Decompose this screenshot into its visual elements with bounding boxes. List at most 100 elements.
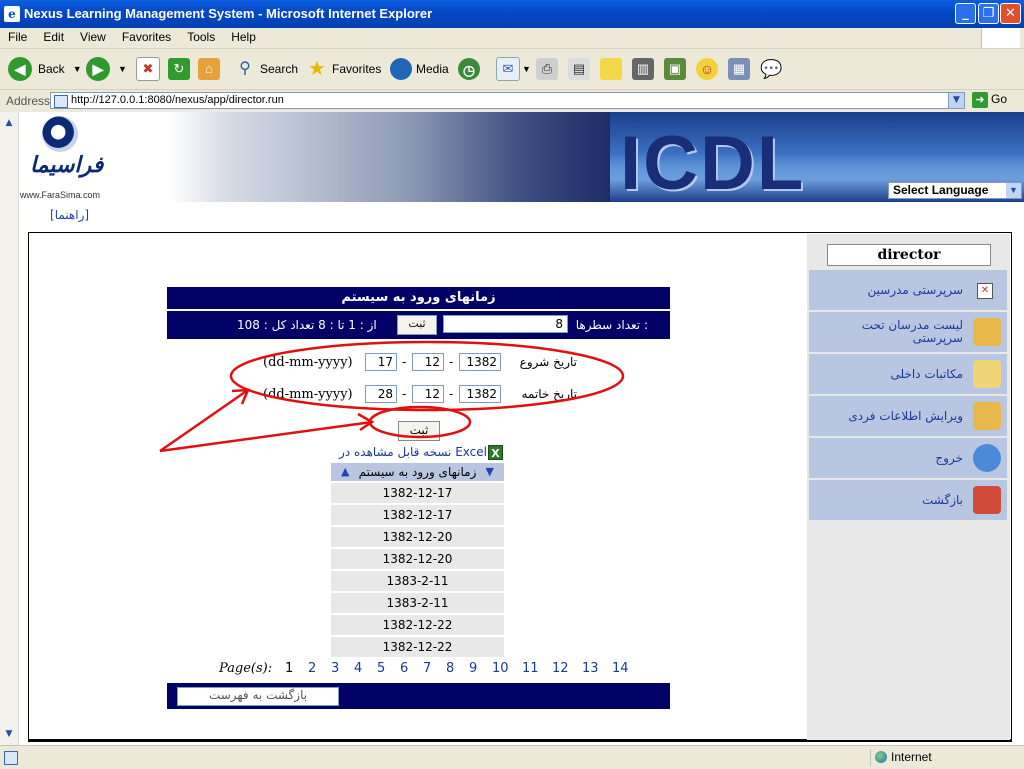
maximize-button[interactable]: ❐ [978,3,999,24]
print-button[interactable]: ⎙ [536,55,558,83]
menu-favorites[interactable]: Favorites [114,28,179,44]
forward-button[interactable]: ▶ ▼ [86,55,127,83]
page-status-icon [4,751,18,765]
chevron-down-icon[interactable]: ▼ [73,64,82,74]
excel-export-link[interactable]: نسخه قابل مشاهده در Excel X [331,445,507,461]
go-button[interactable]: ➜ Go [972,92,1007,108]
page-link-2[interactable]: 2 [308,661,316,676]
page-link-7[interactable]: 7 [423,661,431,676]
menu-view[interactable]: View [72,28,114,44]
home-button[interactable]: ⌂ [198,55,220,83]
menu-item-edit-profile[interactable]: ویرایش اطلاعات فردی [809,396,1007,438]
page-link-13[interactable]: 13 [582,661,599,676]
start-day-input[interactable]: 17 [365,353,397,371]
print-icon: ⎙ [536,58,558,80]
page-link-3[interactable]: 3 [331,661,339,676]
discuss-button[interactable] [600,55,622,83]
forward-arrow-icon: ▶ [86,57,110,81]
exit-icon [973,444,1001,472]
help-link[interactable]: [راهنما] [50,208,89,222]
title-bar: e Nexus Learning Management System - Mic… [0,0,1024,28]
table-row: 1382-12-17 [331,483,504,505]
menu-help[interactable]: Help [223,28,264,44]
research-icon: ▥ [632,58,654,80]
page-link-5[interactable]: 5 [377,661,385,676]
table-row: 1383-2-11 [331,593,504,615]
menu-item-teachers-list[interactable]: لیست مدرسان تحت سرپرستی [809,312,1007,354]
toolbar: ◀ Back ▼ ▶ ▼ ✖ ↻ ⌂ ⚲ Search ★ Favorites … [0,49,1024,90]
menu-edit[interactable]: Edit [35,28,72,44]
address-label: Address [6,94,51,108]
globe-icon [875,751,887,763]
menu-file[interactable]: File [0,28,35,44]
address-input[interactable]: http://127.0.0.1:8080/nexus/app/director… [50,92,965,109]
table-row: 1382-12-17 [331,505,504,527]
sort-desc-icon[interactable]: ▼ [486,463,494,481]
menu-item-internal-mail[interactable]: مکاتبات داخلی [809,354,1007,396]
messenger-button[interactable]: ▣ [664,55,686,83]
chevron-down-icon[interactable]: ▼ [948,93,964,108]
stop-button[interactable]: ✖ [136,55,160,83]
end-year-input[interactable]: 1382 [459,385,501,403]
sort-asc-icon[interactable]: ▲ [341,463,349,481]
back-button[interactable]: ◀ Back ▼ [8,55,82,83]
page-link-9[interactable]: 9 [469,661,477,676]
apply-rows-button[interactable]: ثبت [397,315,437,335]
refresh-button[interactable]: ↻ [168,55,190,83]
range-info: از : 1 تا : 8 تعداد کل : 108 [237,318,377,332]
menu-bar: File Edit View Favorites Tools Help [0,28,1024,49]
search-button[interactable]: ⚲ Search [234,55,298,83]
tools-button[interactable]: ▦ [728,55,750,83]
submit-dates-button[interactable]: ثبت [398,421,440,441]
main-frame: director سرپرستی مدرسین ✕ لیست مدرسان تح… [28,232,1012,742]
favorites-button[interactable]: ★ Favorites [306,55,381,83]
start-year-input[interactable]: 1382 [459,353,501,371]
end-date-label: تاریخ خاتمه [521,387,577,401]
end-month-input[interactable]: 12 [412,385,444,403]
logo-text: فراسیما [30,152,104,178]
vertical-scrollbar[interactable]: ▲ ▼ [0,112,19,745]
user-name: director [827,244,991,266]
rows-input[interactable]: 8 [443,315,568,333]
menu-item-supervise-teachers[interactable]: سرپرستی مدرسین ✕ [809,270,1007,312]
chevron-down-icon[interactable]: ▼ [118,64,127,74]
page-link-10[interactable]: 10 [492,661,509,676]
page-link-8[interactable]: 8 [446,661,454,676]
page-link-14[interactable]: 14 [612,661,629,676]
page-link-11[interactable]: 11 [522,661,539,676]
note-icon [600,58,622,80]
chevron-down-icon[interactable]: ▼ [522,64,531,74]
scroll-down-icon[interactable]: ▼ [2,727,16,741]
go-arrow-icon: ➜ [972,92,988,108]
menu-item-exit[interactable]: خروج [809,438,1007,480]
mail-button[interactable]: ✉ ▼ [496,55,531,83]
language-select[interactable]: Select Language ▼ [888,182,1022,199]
tv-icon: ▣ [664,58,686,80]
mail-icon: ✉ [496,57,520,81]
page-link-6[interactable]: 6 [400,661,408,676]
page-link-12[interactable]: 12 [552,661,569,676]
yahoo-button[interactable]: ☺ [696,55,718,83]
edit-button[interactable]: ▤ [568,55,590,83]
menu-tools[interactable]: Tools [179,28,223,44]
media-button[interactable]: Media [390,55,449,83]
research-button[interactable]: ▥ [632,55,654,83]
chat-button[interactable]: 💬 [760,55,782,83]
back-to-list-button[interactable]: بازگشت به فهرست [177,687,339,706]
scroll-up-icon[interactable]: ▲ [2,116,16,130]
page-link-4[interactable]: 4 [354,661,362,676]
search-icon: ⚲ [234,58,256,80]
end-day-input[interactable]: 28 [365,385,397,403]
security-zone: Internet [870,749,1020,766]
page-icon [54,95,68,108]
magnifier-icon [973,318,1001,346]
menu-item-return[interactable]: بازگشت [809,480,1007,522]
minimize-button[interactable]: _ [955,3,976,24]
close-button[interactable]: ✕ [1000,3,1021,24]
history-button[interactable]: ◷ [458,55,480,83]
start-month-input[interactable]: 12 [412,353,444,371]
report-controls: تعداد سطرها : 8 ثبت از : 1 تا : 8 تعداد … [167,311,670,339]
table-header[interactable]: ▲ زمانهای ورود به سیستم ▼ [331,463,504,481]
pagination: Page(s): 1 2 3 4 5 6 7 8 9 10 11 12 13 1… [219,661,639,679]
chevron-down-icon: ▼ [1006,183,1021,198]
